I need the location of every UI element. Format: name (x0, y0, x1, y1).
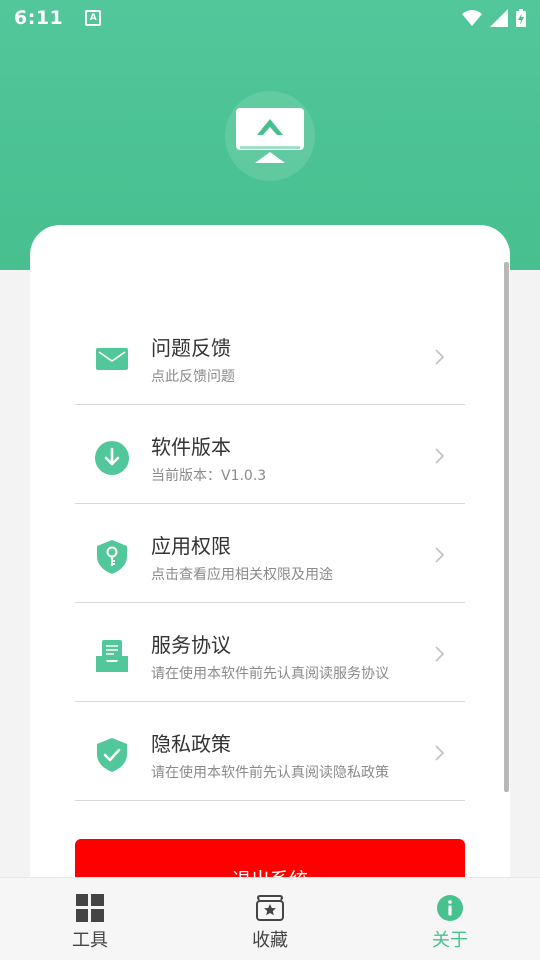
nav-item-tools[interactable]: 工具 (0, 878, 180, 960)
status-bar: 6:11 A (0, 0, 540, 36)
bottom-nav: 工具 收藏 关于 (0, 877, 540, 960)
chevron-right-icon (435, 646, 445, 662)
nav-item-about[interactable]: 关于 (360, 878, 540, 960)
chevron-right-icon (435, 448, 445, 464)
menu-item-subtitle: 当前版本：V1.0.3 (151, 468, 267, 484)
menu-item-service-agreement[interactable]: 服务协议 请在使用本软件前先认真阅读服务协议 (75, 603, 465, 702)
nav-label: 收藏 (252, 930, 288, 951)
app-logo (225, 91, 315, 181)
grid-icon (76, 894, 104, 922)
download-icon (95, 441, 129, 475)
mail-icon (95, 342, 129, 376)
menu-item-subtitle: 请在使用本软件前先认真阅读隐私政策 (151, 765, 389, 781)
status-time: 6:11 (14, 7, 64, 29)
menu-item-subtitle: 点击查看应用相关权限及用途 (151, 567, 333, 583)
nav-item-favorites[interactable]: 收藏 (180, 878, 360, 960)
signal-icon (490, 9, 508, 27)
shield-key-icon (95, 540, 129, 574)
chevron-right-icon (435, 547, 445, 563)
battery-icon (516, 9, 526, 27)
menu-item-title: 隐私政策 (151, 732, 231, 756)
menu-item-permissions[interactable]: 应用权限 点击查看应用相关权限及用途 (75, 504, 465, 603)
menu-item-title: 应用权限 (151, 534, 231, 558)
menu-item-privacy-policy[interactable]: 隐私政策 请在使用本软件前先认真阅读隐私政策 (75, 702, 465, 801)
menu-item-title: 问题反馈 (151, 336, 231, 360)
menu-item-feedback[interactable]: 问题反馈 点此反馈问题 (75, 306, 465, 405)
info-icon (437, 895, 463, 921)
menu-item-title: 服务协议 (151, 633, 231, 657)
chevron-right-icon (435, 349, 445, 365)
folder-star-icon (256, 895, 284, 921)
status-icons (462, 9, 526, 27)
nav-label: 工具 (72, 930, 108, 951)
menu-item-version[interactable]: 软件版本 当前版本：V1.0.3 (75, 405, 465, 504)
app-notification-icon: A (85, 10, 102, 26)
scrollbar[interactable] (504, 262, 509, 792)
monitor-logo-icon (236, 108, 304, 163)
menu-list: 问题反馈 点此反馈问题 软件版本 当前版本：V1.0.3 应用权限 点击查看应用… (75, 306, 465, 801)
document-tray-icon (95, 639, 129, 673)
nav-label: 关于 (432, 930, 468, 951)
wifi-icon (462, 10, 482, 26)
shield-check-icon (95, 738, 129, 772)
menu-item-title: 软件版本 (151, 435, 231, 459)
menu-item-subtitle: 点此反馈问题 (151, 369, 235, 385)
menu-item-subtitle: 请在使用本软件前先认真阅读服务协议 (151, 666, 389, 682)
chevron-right-icon (435, 745, 445, 761)
